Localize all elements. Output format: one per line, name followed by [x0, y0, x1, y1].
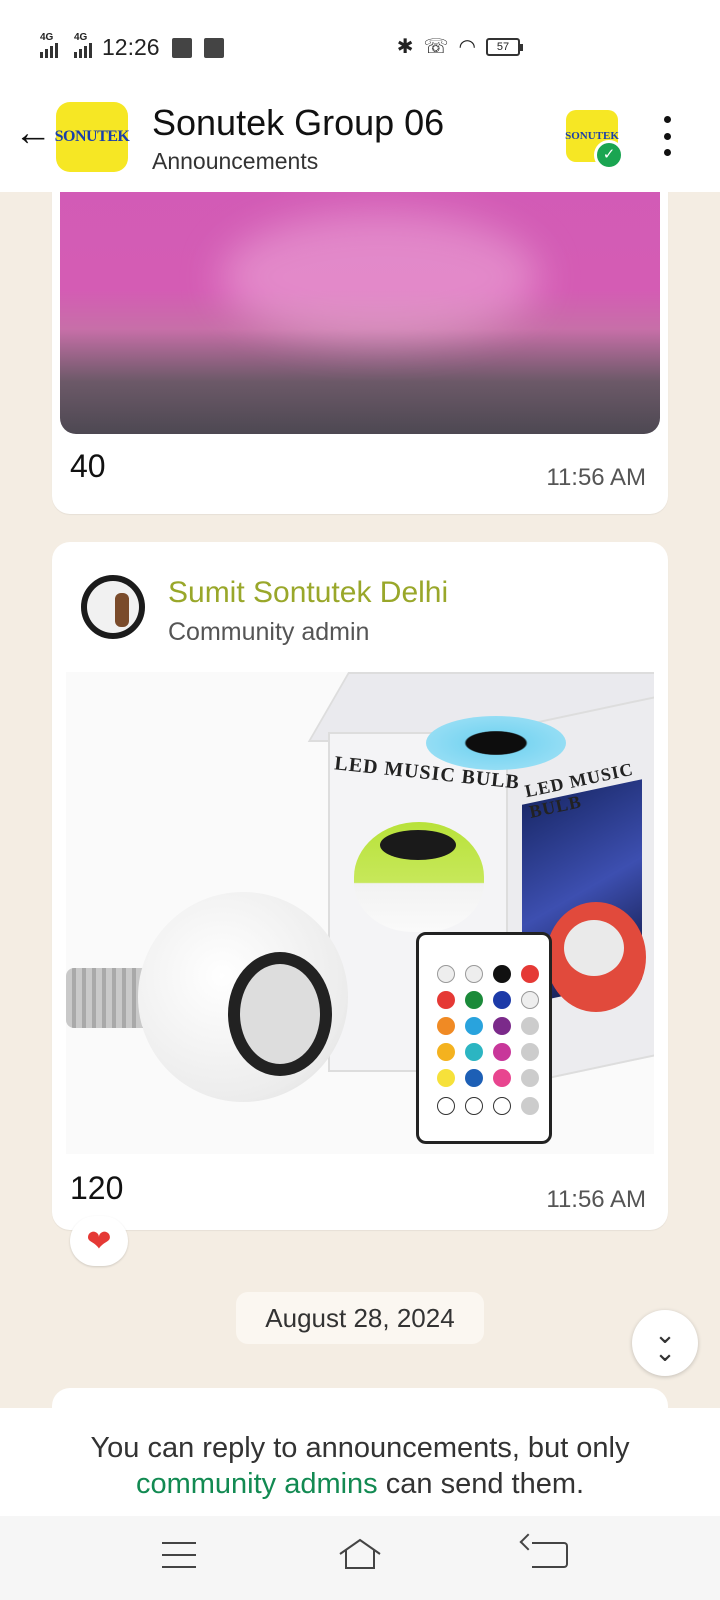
group-subtitle[interactable]: Announcements: [152, 148, 318, 175]
sender-role: Community admin: [168, 618, 370, 646]
recents-menu-icon[interactable]: [162, 1542, 196, 1568]
verified-check-icon: ✓: [594, 140, 624, 170]
message-bubble[interactable]: [52, 1388, 668, 1408]
chat-header: ← SONUTEK Sonutek Group 06 Announcements…: [0, 96, 720, 192]
cyan-bulb: [426, 716, 566, 770]
back-arrow-icon[interactable]: ←: [14, 114, 52, 152]
home-icon[interactable]: [336, 1536, 384, 1572]
facebook-notification-icon: [171, 37, 192, 58]
status-left: 4G 4G 12:26: [40, 32, 224, 61]
battery-icon: 57: [486, 37, 523, 56]
remote-control: [416, 932, 552, 1144]
group-title[interactable]: Sonutek Group 06: [152, 102, 444, 144]
clock: 12:26: [102, 34, 160, 60]
signal-2-icon: 4G: [74, 32, 92, 58]
message-bubble[interactable]: 40 11:56 AM: [52, 192, 668, 514]
notice-line-1: You can reply to announcements, but only: [90, 1432, 630, 1464]
wifi-icon: ◠: [458, 36, 476, 58]
message-caption: 120: [70, 1170, 124, 1206]
status-right: ✱ ☏ ◠ 57: [396, 34, 523, 59]
bluetooth-icon: ✱: [396, 36, 414, 58]
group-avatar[interactable]: SONUTEK: [55, 102, 130, 172]
message-caption: 40: [70, 448, 106, 484]
sender-avatar[interactable]: [78, 572, 148, 642]
scroll-to-bottom-button[interactable]: ⌄ ⌄: [632, 1310, 698, 1376]
status-bar: 4G 4G 12:26 ✱ ☏ ◠ 57: [0, 0, 720, 96]
sender-name[interactable]: Sumit Sontutek Delhi: [168, 576, 448, 610]
white-speaker-bulb: [138, 892, 348, 1102]
system-nav-bar: [0, 1516, 720, 1600]
signal-1-icon: 4G: [40, 32, 58, 58]
message-image-blurred[interactable]: [60, 192, 660, 434]
message-time: 11:56 AM: [546, 1186, 646, 1213]
green-bulb: [354, 822, 484, 932]
message-notification-icon: [203, 37, 224, 58]
back-icon[interactable]: [532, 1542, 568, 1568]
announcement-notice: You can reply to announcements, but only…: [0, 1408, 720, 1516]
more-options-icon[interactable]: [662, 116, 672, 156]
product-image[interactable]: LED MUSIC BULB LED MUSIC BULB: [66, 672, 654, 1154]
community-admins-link[interactable]: community admins: [136, 1468, 378, 1500]
date-separator: August 28, 2024: [236, 1292, 484, 1344]
notice-suffix: can send them.: [385, 1468, 585, 1500]
message-bubble[interactable]: Sumit Sontutek Delhi Community admin LED…: [52, 542, 668, 1230]
chat-area[interactable]: 40 11:56 AM Sumit Sontutek Delhi Communi…: [0, 192, 720, 1408]
double-chevron-down-icon: ⌄ ⌄: [654, 1318, 676, 1367]
notice-line-2: community admins can send them.: [0, 1466, 720, 1502]
red-bulb: [546, 902, 646, 1012]
message-time: 11:56 AM: [546, 464, 646, 491]
volte-icon: ☏: [423, 36, 449, 58]
heart-reaction-icon[interactable]: ❤: [70, 1216, 128, 1266]
